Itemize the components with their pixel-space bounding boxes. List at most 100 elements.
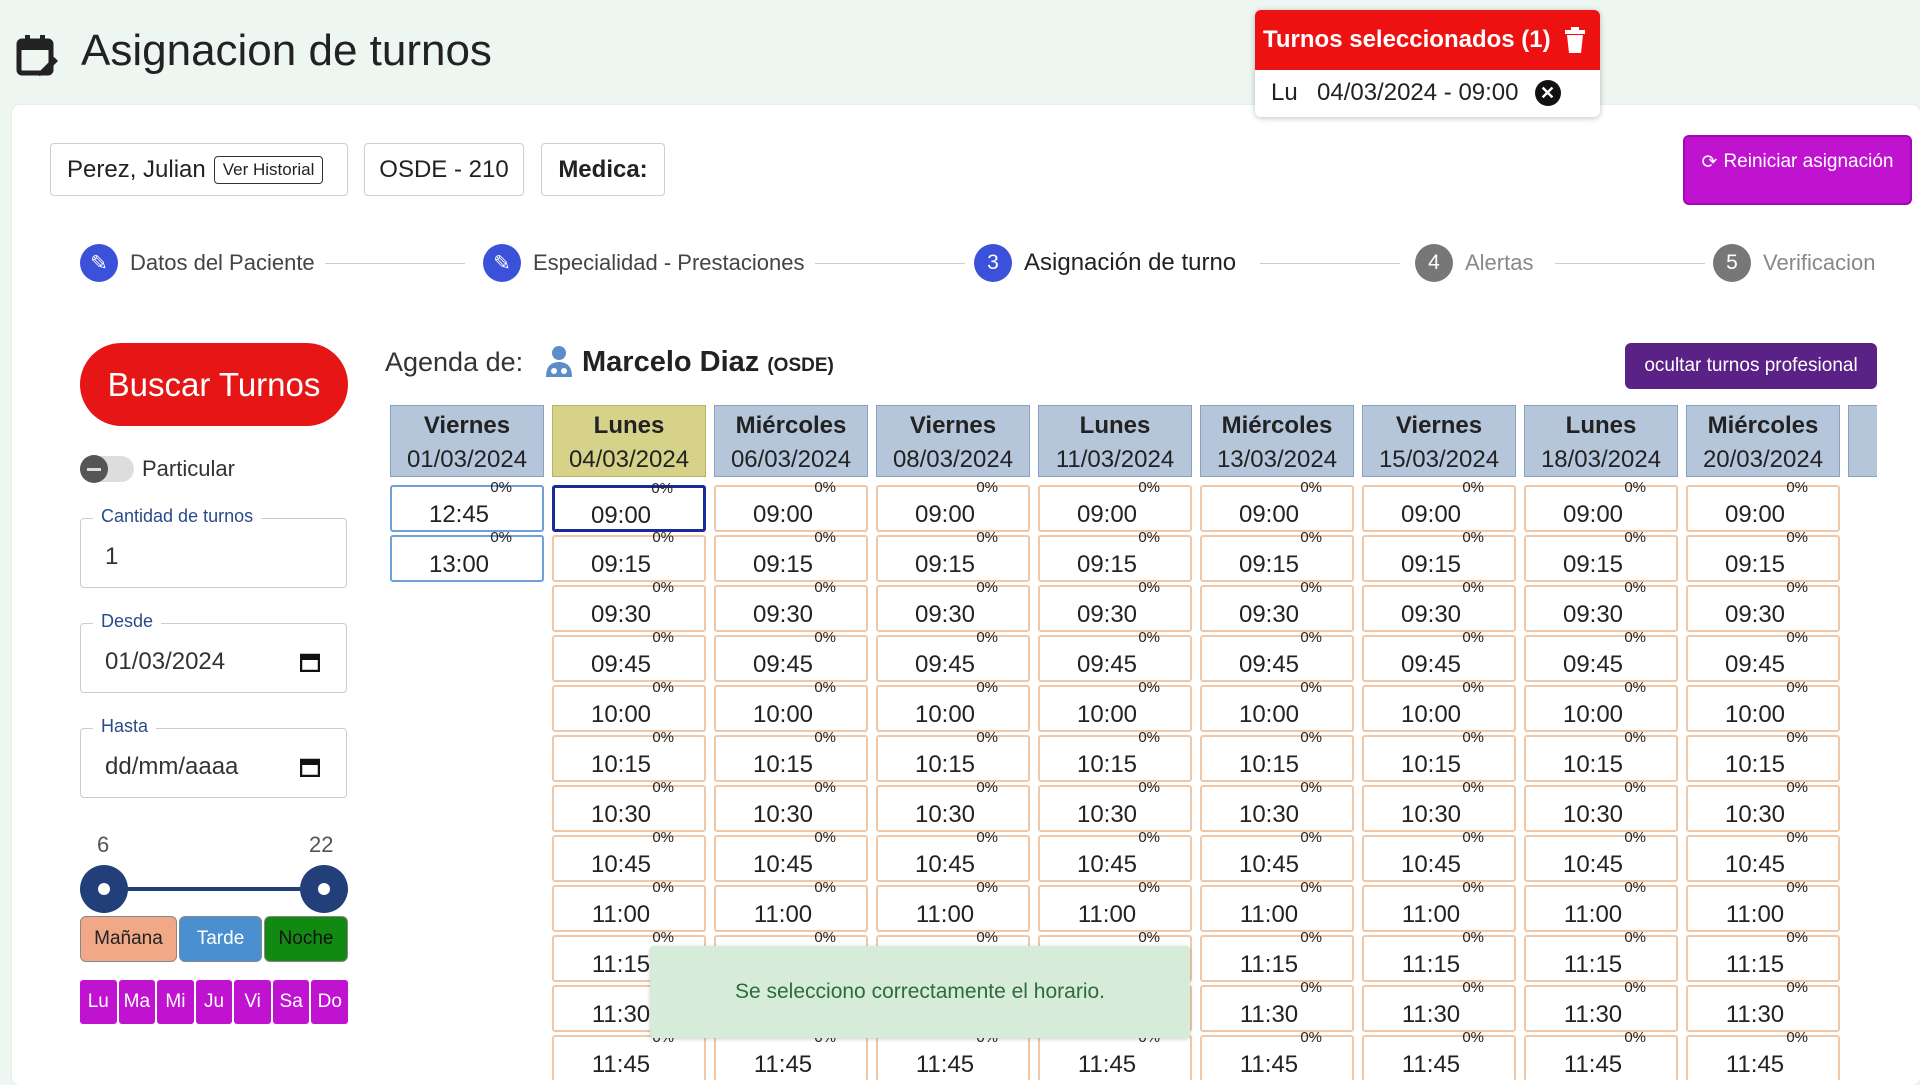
time-slot[interactable]: 09:45 0% <box>1362 629 1516 682</box>
calendar-icon[interactable] <box>300 757 320 777</box>
time-slot[interactable]: 11:450% <box>1362 1029 1516 1080</box>
weekday-button[interactable]: Do <box>311 980 349 1024</box>
time-slot[interactable]: 09:45 0% <box>1686 629 1840 682</box>
time-slot[interactable]: 09:15 0% <box>552 529 706 582</box>
time-slot[interactable]: 10:00 0% <box>876 679 1030 732</box>
time-slot[interactable]: 11:450% <box>1524 1029 1678 1080</box>
time-slot[interactable]: 10:00 0% <box>1038 679 1192 732</box>
time-slot[interactable]: 11:450% <box>552 1029 706 1080</box>
time-slot[interactable]: 09:15 0% <box>714 529 868 582</box>
time-slot[interactable]: 10:45 0% <box>876 829 1030 882</box>
time-slot[interactable]: 10:15 0% <box>1200 729 1354 782</box>
time-slot[interactable]: 11:300% <box>1686 979 1840 1032</box>
step-specialty[interactable]: ✎ Especialidad - Prestaciones <box>483 244 804 282</box>
hide-professional-turns-button[interactable]: ocultar turnos profesional <box>1625 343 1877 389</box>
time-slot[interactable]: 09:45 0% <box>876 629 1030 682</box>
time-slot[interactable]: 11:300% <box>1524 979 1678 1032</box>
time-slot[interactable]: 11:450% <box>1686 1029 1840 1080</box>
time-slot[interactable]: 10:00 0% <box>1686 679 1840 732</box>
time-slot[interactable]: 09:15 0% <box>1686 529 1840 582</box>
weekday-button[interactable]: Ju <box>195 980 233 1024</box>
time-slot[interactable]: 09:00 0% <box>1686 479 1840 532</box>
time-slot[interactable]: 11:450% <box>1038 1029 1192 1080</box>
time-slot[interactable]: 09:30 0% <box>1200 579 1354 632</box>
time-slot[interactable]: 10:45 0% <box>714 829 868 882</box>
time-slot[interactable]: 11:00 0% <box>714 879 868 932</box>
weekday-button[interactable]: Lu <box>80 980 117 1024</box>
time-slot[interactable]: 09:45 0% <box>1524 629 1678 682</box>
time-slot[interactable]: 09:00 0% <box>552 480 706 532</box>
step-alerts[interactable]: 4 Alertas <box>1415 244 1533 282</box>
time-slot[interactable]: 10:30 0% <box>1524 779 1678 832</box>
shift-night-button[interactable]: Noche <box>264 916 348 962</box>
step-verification[interactable]: 5 Verificacion <box>1713 244 1876 282</box>
time-slot[interactable]: 10:15 0% <box>714 729 868 782</box>
time-slot[interactable]: 11:300% <box>1362 979 1516 1032</box>
time-slot[interactable]: 10:15 0% <box>1524 729 1678 782</box>
time-slot[interactable]: 09:30 0% <box>1362 579 1516 632</box>
time-slot[interactable]: 11:450% <box>714 1029 868 1080</box>
time-slot[interactable]: 11:00 0% <box>552 879 706 932</box>
time-slot[interactable]: 09:15 0% <box>1362 529 1516 582</box>
time-slot[interactable]: 09:45 0% <box>552 629 706 682</box>
time-slot[interactable]: 12:45 0% <box>390 479 544 532</box>
history-button[interactable]: Ver Historial <box>213 155 324 184</box>
time-slot[interactable]: 10:30 0% <box>714 779 868 832</box>
time-slot[interactable]: 10:15 0% <box>552 729 706 782</box>
time-slot[interactable]: 09:15 0% <box>1200 529 1354 582</box>
time-slot[interactable]: 10:15 0% <box>876 729 1030 782</box>
time-slot[interactable]: 10:00 0% <box>1524 679 1678 732</box>
time-slot[interactable]: 09:00 0% <box>1362 479 1516 532</box>
time-slot[interactable]: 09:45 0% <box>714 629 868 682</box>
weekday-button[interactable]: Sa <box>272 980 310 1024</box>
to-date-field[interactable]: Hasta dd/mm/aaaa <box>80 716 347 798</box>
time-slot[interactable]: 09:00 0% <box>1524 479 1678 532</box>
reset-assignment-button[interactable]: ⟳ Reiniciar asignación <box>1683 135 1912 205</box>
time-slot[interactable]: 09:00 0% <box>876 479 1030 532</box>
particular-toggle[interactable] <box>80 455 134 483</box>
shift-morning-button[interactable]: Mañana <box>80 916 177 962</box>
time-slot[interactable]: 11:150% <box>1200 929 1354 982</box>
time-slot[interactable]: 10:30 0% <box>1686 779 1840 832</box>
range-min-handle[interactable] <box>80 865 128 913</box>
time-slot[interactable]: 11:450% <box>876 1029 1030 1080</box>
time-slot[interactable]: 09:45 0% <box>1038 629 1192 682</box>
calendar-icon[interactable] <box>300 652 320 672</box>
time-slot[interactable]: 11:450% <box>1200 1029 1354 1080</box>
time-slot[interactable]: 11:300% <box>1200 979 1354 1032</box>
step-assignment[interactable]: 3 Asignación de turno <box>974 244 1236 282</box>
time-slot[interactable]: 09:30 0% <box>1686 579 1840 632</box>
time-slot[interactable]: 10:30 0% <box>1362 779 1516 832</box>
weekday-button[interactable]: Ma <box>118 980 156 1024</box>
time-slot[interactable]: 10:45 0% <box>1524 829 1678 882</box>
step-patient-data[interactable]: ✎ Datos del Paciente <box>80 244 315 282</box>
time-slot[interactable]: 10:15 0% <box>1686 729 1840 782</box>
time-slot[interactable]: 11:00 0% <box>1362 879 1516 932</box>
time-slot[interactable]: 10:30 0% <box>876 779 1030 832</box>
weekday-button[interactable]: Vi <box>234 980 271 1024</box>
time-slot[interactable]: 13:00 0% <box>390 529 544 582</box>
weekday-button[interactable]: Mi <box>157 980 194 1024</box>
time-slot[interactable]: 10:15 0% <box>1362 729 1516 782</box>
time-slot[interactable]: 09:00 0% <box>1038 479 1192 532</box>
time-slot[interactable]: 11:00 0% <box>1200 879 1354 932</box>
range-max-handle[interactable] <box>300 865 348 913</box>
time-slot[interactable]: 10:00 0% <box>714 679 868 732</box>
shift-afternoon-button[interactable]: Tarde <box>179 916 262 962</box>
time-slot[interactable]: 11:00 0% <box>1038 879 1192 932</box>
quantity-field[interactable]: Cantidad de turnos 1 <box>80 506 347 588</box>
search-turns-button[interactable]: Buscar Turnos <box>80 343 348 426</box>
time-slot[interactable]: 11:00 0% <box>1524 879 1678 932</box>
time-slot[interactable]: 10:45 0% <box>1686 829 1840 882</box>
time-slot[interactable]: 10:45 0% <box>1038 829 1192 882</box>
time-slot[interactable]: 09:45 0% <box>1200 629 1354 682</box>
time-slot[interactable]: 09:30 0% <box>876 579 1030 632</box>
time-slot[interactable]: 09:00 0% <box>714 479 868 532</box>
time-slot[interactable]: 10:30 0% <box>1038 779 1192 832</box>
time-slot[interactable]: 10:30 0% <box>552 779 706 832</box>
time-slot[interactable]: 10:00 0% <box>1200 679 1354 732</box>
from-date-field[interactable]: Desde 01/03/2024 <box>80 611 347 693</box>
time-slot[interactable]: 11:150% <box>1524 929 1678 982</box>
time-slot[interactable]: 09:30 0% <box>714 579 868 632</box>
time-slot[interactable]: 09:15 0% <box>1524 529 1678 582</box>
